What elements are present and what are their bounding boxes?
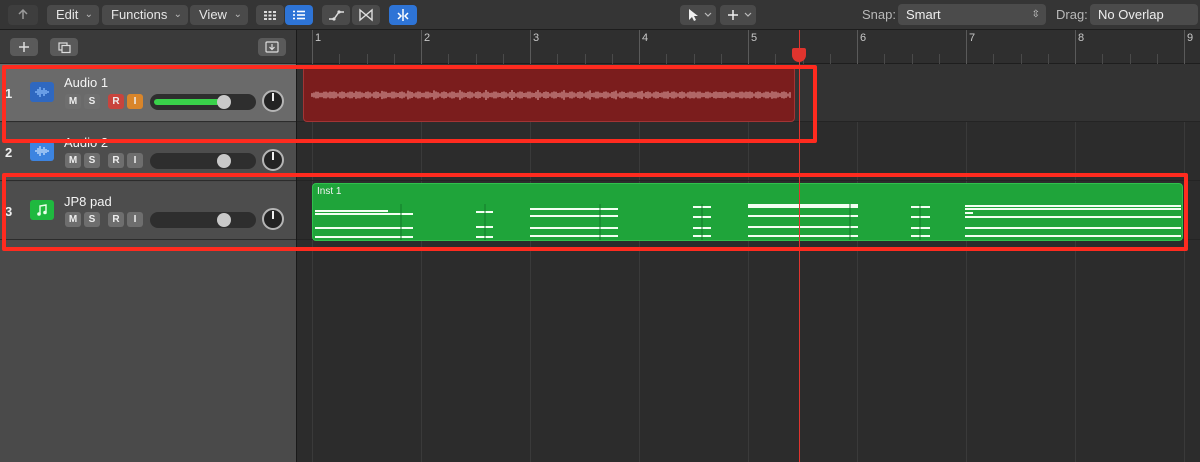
highlight-box-jp8-pad: [2, 173, 1188, 251]
bar-number: 7: [969, 32, 976, 44]
volume-fader-knob[interactable]: [217, 154, 231, 168]
logic-window: Edit ⌄ Functions ⌄ View ⌄ Snap: Smart ⇳ …: [0, 0, 1200, 462]
back-arrow-icon[interactable]: [8, 5, 38, 25]
grid-view-icon[interactable]: [256, 5, 284, 25]
bar-number: 3: [533, 32, 540, 44]
beat-tick: [775, 54, 777, 64]
pencil-tool-icon[interactable]: [720, 5, 756, 25]
beat-tick: [611, 54, 613, 64]
highlight-box-audio-1: [2, 65, 817, 143]
bar-number: 6: [860, 32, 867, 44]
beat-tick: [938, 54, 940, 64]
drag-label: Drag:: [1056, 7, 1088, 22]
import-icon[interactable]: [258, 38, 286, 56]
view-menu-button[interactable]: View ⌄: [190, 5, 248, 25]
input-monitor-button[interactable]: I: [127, 153, 143, 168]
chevron-down-icon: ⌄: [233, 9, 242, 20]
beat-tick: [339, 54, 341, 64]
beat-tick: [720, 54, 722, 64]
beat-tick: [393, 54, 395, 64]
bar-ruler[interactable]: 1 2 3 4 5 6 7 8 9: [297, 30, 1200, 64]
beat-tick: [693, 54, 695, 64]
bar-number: 9: [1187, 32, 1194, 44]
beat-tick: [1047, 54, 1049, 64]
bar-number: 1: [315, 32, 322, 44]
track-number: 2: [5, 145, 13, 160]
track-header-toolbar: [0, 30, 296, 64]
pan-knob[interactable]: [262, 149, 284, 171]
beat-tick: [666, 54, 668, 64]
bar-tick: [639, 30, 640, 64]
chevron-down-icon: ⌄: [173, 9, 182, 20]
beat-tick: [502, 54, 504, 64]
duplicate-track-icon[interactable]: [50, 38, 78, 56]
beat-tick: [557, 54, 559, 64]
drag-select[interactable]: No Overlap: [1090, 4, 1198, 25]
snap-value: Smart: [906, 7, 941, 22]
solo-button[interactable]: S: [84, 153, 100, 168]
catch-icon[interactable]: [389, 5, 417, 25]
beat-tick: [1020, 54, 1022, 64]
bar-number: 4: [642, 32, 649, 44]
beat-tick: [911, 54, 913, 64]
bar-tick: [312, 30, 313, 64]
volume-fader[interactable]: [150, 153, 256, 169]
pointer-tool-icon[interactable]: [680, 5, 716, 25]
beat-tick: [993, 54, 995, 64]
snap-select[interactable]: Smart ⇳: [898, 4, 1046, 25]
beat-tick: [1156, 54, 1158, 64]
bar-tick: [748, 30, 749, 64]
playhead-handle[interactable]: [792, 48, 806, 62]
drag-value: No Overlap: [1098, 7, 1164, 22]
up-down-chevron-icon: ⇳: [1031, 9, 1040, 20]
automation-icon[interactable]: [322, 5, 350, 25]
mute-button[interactable]: M: [65, 153, 81, 168]
beat-tick: [475, 54, 477, 64]
functions-menu-button[interactable]: Functions ⌄: [102, 5, 188, 25]
list-view-icon[interactable]: [285, 5, 313, 25]
bar-tick: [421, 30, 422, 64]
add-track-icon[interactable]: [10, 38, 38, 56]
beat-tick: [366, 54, 368, 64]
snap-label: Snap:: [862, 7, 896, 22]
view-menu-label: View: [199, 7, 227, 22]
chevron-down-icon: ⌄: [84, 9, 93, 20]
bar-tick: [530, 30, 531, 64]
beat-tick: [829, 54, 831, 64]
record-enable-button[interactable]: R: [108, 153, 124, 168]
bar-tick: [1184, 30, 1185, 64]
edit-menu-button[interactable]: Edit ⌄: [47, 5, 99, 25]
bar-tick: [857, 30, 858, 64]
bar-number: 2: [424, 32, 431, 44]
beat-tick: [884, 54, 886, 64]
bar-number: 5: [751, 32, 758, 44]
bar-tick: [966, 30, 967, 64]
bar-number: 8: [1078, 32, 1085, 44]
bar-tick: [1075, 30, 1076, 64]
beat-tick: [1102, 54, 1104, 64]
beat-tick: [1129, 54, 1131, 64]
functions-menu-label: Functions: [111, 7, 168, 22]
main-toolbar: Edit ⌄ Functions ⌄ View ⌄ Snap: Smart ⇳ …: [0, 0, 1200, 30]
waveform-icon: [30, 141, 54, 161]
beat-tick: [448, 54, 450, 64]
edit-menu-label: Edit: [56, 7, 79, 22]
flex-icon[interactable]: [352, 5, 380, 25]
beat-tick: [584, 54, 586, 64]
